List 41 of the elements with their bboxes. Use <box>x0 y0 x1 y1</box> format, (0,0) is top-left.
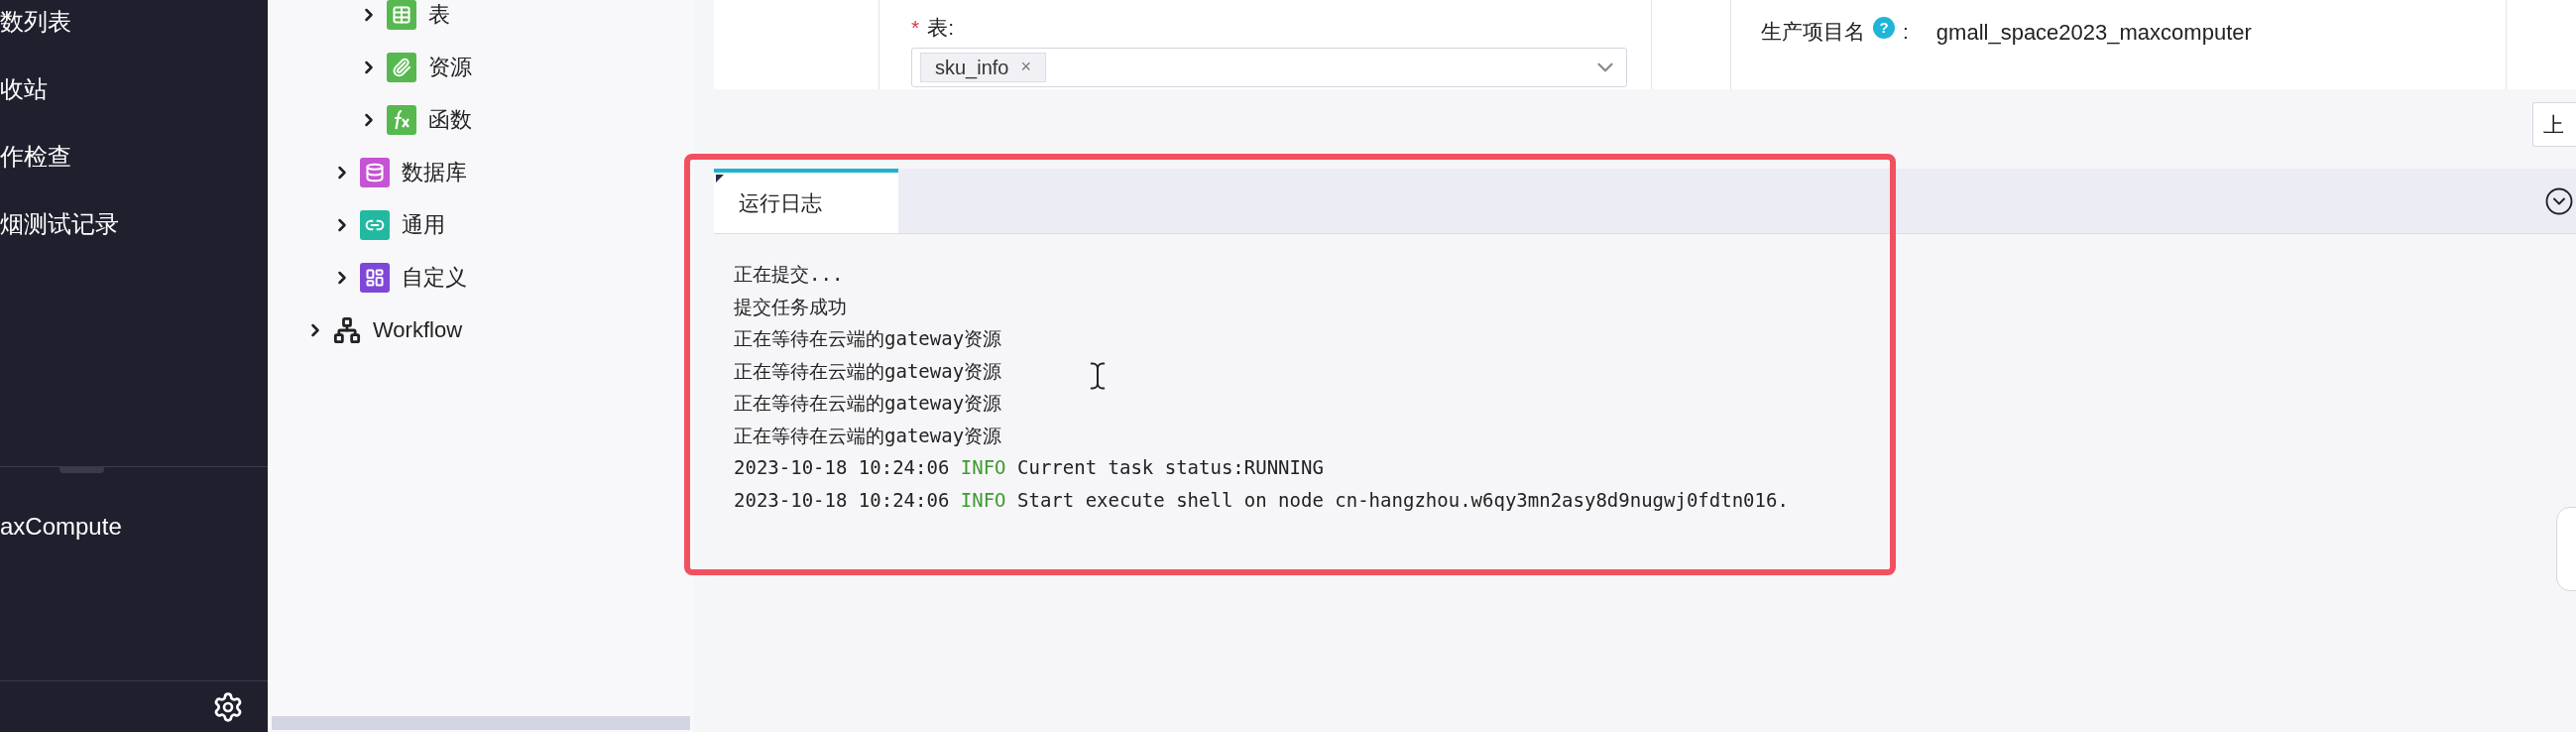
tag-text: sku_info <box>935 55 1009 81</box>
log-line: 提交任务成功 <box>734 294 847 319</box>
common-icon <box>360 209 390 240</box>
tree-item[interactable]: 数据库 <box>268 146 694 198</box>
resize-handle[interactable] <box>59 467 104 473</box>
tab[interactable]: 运行日志 <box>714 169 898 233</box>
sidebar-item[interactable]: 数列表 <box>0 0 268 56</box>
tag-remove[interactable]: × <box>1020 54 1031 80</box>
table-select[interactable]: sku_info × <box>911 47 1627 87</box>
sidebar-item[interactable]: axCompute <box>0 507 268 547</box>
tree-item[interactable]: 函数 <box>268 93 694 146</box>
corner-mark-icon <box>716 175 724 183</box>
field-label-text: 表: <box>927 15 955 41</box>
settings-icon[interactable] <box>212 690 244 723</box>
tree-item[interactable]: Workflow <box>268 304 694 356</box>
sidebar-item[interactable]: 收站 <box>0 56 268 123</box>
tree-item[interactable]: 资源 <box>268 41 694 93</box>
log-line: 正在等待在云端的gateway资源 <box>734 358 1002 384</box>
required-mark: * <box>911 15 920 41</box>
sidebar-item[interactable]: 烟测试记录 <box>0 190 268 258</box>
separator: : <box>1903 19 1909 45</box>
resource-icon <box>387 52 416 82</box>
log-line: 2023-10-18 10:24:06 INFO Start execute shell on node cn-hangzhou.w6qy3mn2asy8d9nugwj0fdtn016. <box>734 487 1789 513</box>
scrollbar[interactable] <box>272 716 690 730</box>
database-icon <box>360 157 390 187</box>
collapse-icon[interactable] <box>2544 185 2574 216</box>
log-line: 正在提交... <box>734 262 844 287</box>
log-line: 正在等待在云端的gateway资源 <box>734 423 1002 448</box>
log-line: 2023-10-18 10:24:06 INFO Current task status:RUNNING <box>734 455 1324 480</box>
custom-icon <box>360 262 390 293</box>
project-name: gmall_space2023_maxcomputer <box>1935 19 2252 47</box>
action-button[interactable]: 上 <box>2532 102 2576 147</box>
log-line: 正在等待在云端的gateway资源 <box>734 391 1002 416</box>
tree-item[interactable]: 表 <box>268 0 694 41</box>
log-line: 正在等待在云端的gateway资源 <box>734 326 1002 351</box>
tree-item[interactable]: 自定义 <box>268 251 694 304</box>
hierarchy-icon <box>333 315 361 344</box>
sidebar-item[interactable]: 作检查 <box>0 123 268 190</box>
field-label: 生产项目名 <box>1761 19 1865 45</box>
tree-item[interactable]: 通用 <box>268 198 694 251</box>
function-icon <box>387 104 416 135</box>
